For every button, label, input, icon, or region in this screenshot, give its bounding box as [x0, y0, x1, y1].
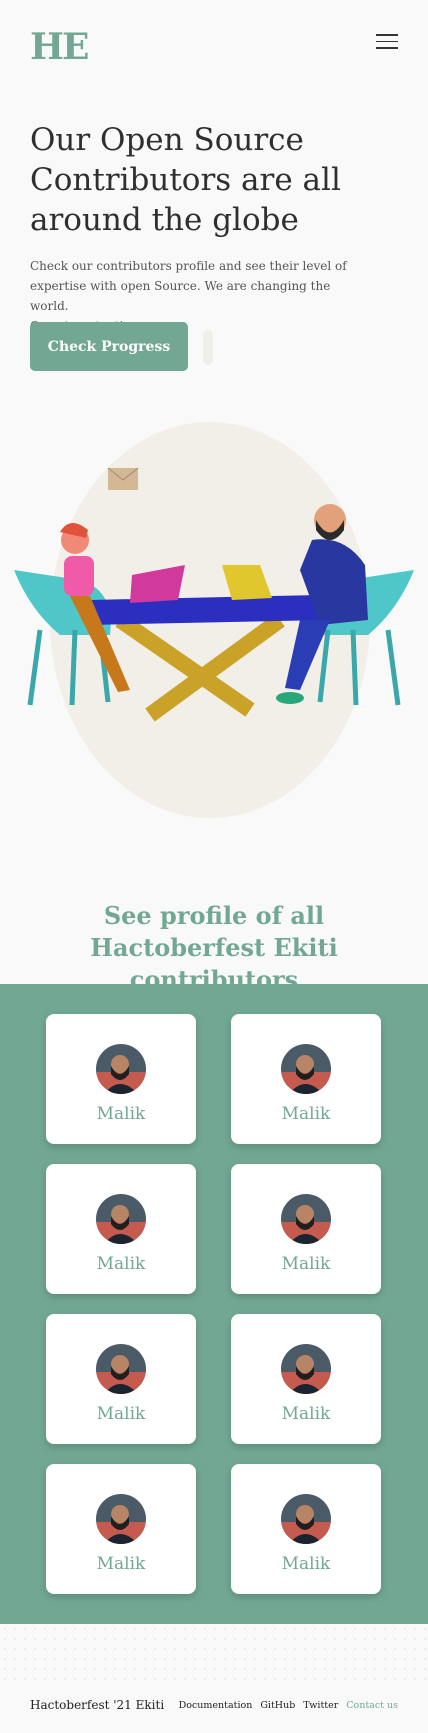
avatar — [96, 1194, 146, 1244]
footer-pattern — [0, 1624, 428, 1684]
contributor-card[interactable]: Malik — [46, 1314, 196, 1444]
site-footer: Hactoberfest '21 Ekiti Documentation Git… — [0, 1684, 428, 1733]
contributor-card[interactable]: Malik — [46, 1014, 196, 1144]
avatar — [96, 1044, 146, 1094]
contributor-name: Malik — [96, 1104, 146, 1124]
contributor-name: Malik — [281, 1404, 331, 1424]
footer-link-contact[interactable]: Contact us — [346, 1700, 398, 1711]
contributor-name: Malik — [96, 1254, 146, 1274]
hero-illustration — [14, 422, 414, 818]
contributors-grid: Malik Malik Malik Malik Malik Malik Mali… — [0, 984, 428, 1624]
hamburger-menu-icon[interactable] — [376, 34, 398, 54]
check-progress-button[interactable]: Check Progress — [30, 322, 188, 371]
footer-brand: Hactoberfest '21 Ekiti — [30, 1698, 165, 1712]
contributor-card[interactable]: Malik — [46, 1464, 196, 1594]
contributor-name: Malik — [281, 1554, 331, 1574]
footer-links: Documentation GitHub Twitter Contact us — [179, 1700, 398, 1711]
site-header: HE — [0, 0, 428, 100]
avatar — [281, 1344, 331, 1394]
avatar — [281, 1044, 331, 1094]
contributor-card[interactable]: Malik — [231, 1464, 381, 1594]
contributor-card[interactable]: Malik — [46, 1164, 196, 1294]
logo[interactable]: HE — [30, 26, 89, 68]
contributor-card[interactable]: Malik — [231, 1014, 381, 1144]
footer-link-twitter[interactable]: Twitter — [303, 1700, 338, 1711]
footer-link-github[interactable]: GitHub — [260, 1700, 295, 1711]
avatar — [281, 1494, 331, 1544]
contributor-name: Malik — [281, 1254, 331, 1274]
contributor-card[interactable]: Malik — [231, 1314, 381, 1444]
footer-link-documentation[interactable]: Documentation — [179, 1700, 253, 1711]
contributor-card[interactable]: Malik — [231, 1164, 381, 1294]
section-title: See profile of all Hactoberfest Ekiti co… — [90, 901, 338, 994]
avatar — [281, 1194, 331, 1244]
contributor-name: Malik — [96, 1554, 146, 1574]
contributor-name: Malik — [96, 1404, 146, 1424]
avatar — [96, 1344, 146, 1394]
avatar — [96, 1494, 146, 1544]
hero-title: Our Open Source Contributors are all aro… — [30, 122, 341, 238]
decorative-pill — [203, 330, 213, 365]
contributor-name: Malik — [281, 1104, 331, 1124]
